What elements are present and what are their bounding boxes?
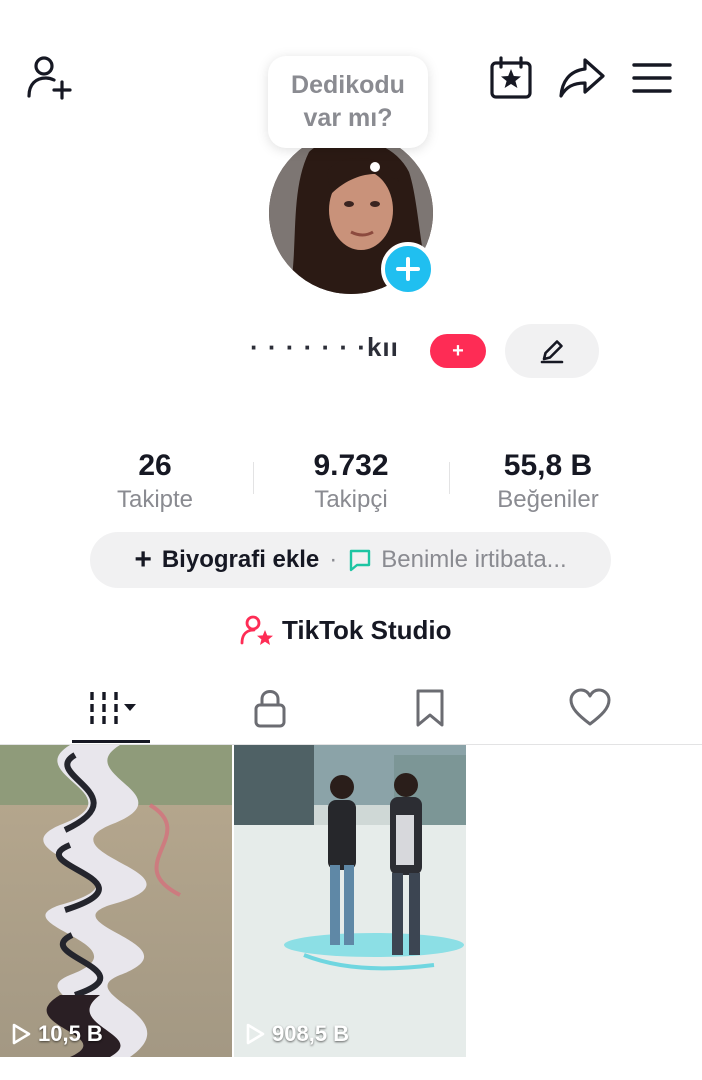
view-count: 908,5 B (244, 1021, 349, 1047)
tab-liked[interactable] (550, 680, 630, 736)
name-badge[interactable]: + (430, 334, 486, 368)
active-tab-indicator (72, 740, 150, 743)
separator-dot: · (329, 546, 338, 573)
followers-label: Takipçi (314, 486, 388, 513)
stat-following[interactable]: 26 Takipte (60, 448, 250, 516)
bookmark-icon (416, 689, 444, 727)
bubble-tail (370, 162, 380, 172)
stat-likes[interactable]: 55,8 B Beğeniler (453, 448, 643, 516)
view-count-text: 10,5 B (38, 1021, 103, 1046)
heart-icon (569, 688, 611, 726)
play-icon (246, 1023, 265, 1045)
plus-icon (396, 257, 420, 281)
notes-bubble-text: Dedikodu var mı? (291, 71, 405, 132)
edit-profile-button[interactable] (505, 324, 599, 378)
add-bio-label[interactable]: Biyografi ekle (162, 546, 319, 574)
stat-divider (449, 462, 450, 494)
calendar-star-icon[interactable] (488, 56, 534, 100)
likes-count: 55,8 B (503, 449, 593, 482)
tab-saved[interactable] (390, 680, 470, 736)
play-icon (12, 1023, 31, 1045)
lock-icon (254, 690, 286, 728)
tiktok-studio-label: TikTok Studio (282, 614, 452, 645)
following-label: Takipte (116, 486, 194, 513)
tiktok-studio-link[interactable]: TikTok Studio (240, 612, 451, 648)
videos-grid-icon (90, 692, 136, 724)
username-label: · · · · · · ·kıı (250, 332, 399, 362)
bio-pill[interactable]: + Biyografi ekle · Benimle irtibata... (90, 532, 611, 588)
followers-count: 9.732 (313, 449, 389, 482)
stat-followers[interactable]: 9.732 Takipçi (256, 448, 446, 516)
plus-icon: + (134, 543, 152, 576)
share-icon[interactable] (557, 56, 607, 100)
add-friend-icon[interactable] (24, 54, 74, 100)
stat-divider (253, 462, 254, 494)
video-thumbnail[interactable]: 908,5 B (234, 745, 466, 1057)
tab-videos[interactable] (70, 680, 150, 736)
view-count-text: 908,5 B (272, 1021, 350, 1046)
menu-icon[interactable] (630, 60, 674, 96)
following-count: 26 (138, 449, 172, 482)
contact-label[interactable]: Benimle irtibata... (381, 546, 566, 574)
view-count: 10,5 B (10, 1021, 103, 1047)
tab-private[interactable] (230, 680, 310, 736)
chat-bubble-icon (350, 549, 371, 572)
video-thumbnail[interactable]: 10,5 B (0, 745, 232, 1057)
notes-bubble[interactable]: Dedikodu var mı? (268, 56, 428, 148)
likes-label: Beğeniler (497, 486, 599, 513)
pencil-icon (540, 340, 564, 364)
add-story-button[interactable] (381, 242, 435, 296)
creator-star-icon (240, 615, 273, 645)
